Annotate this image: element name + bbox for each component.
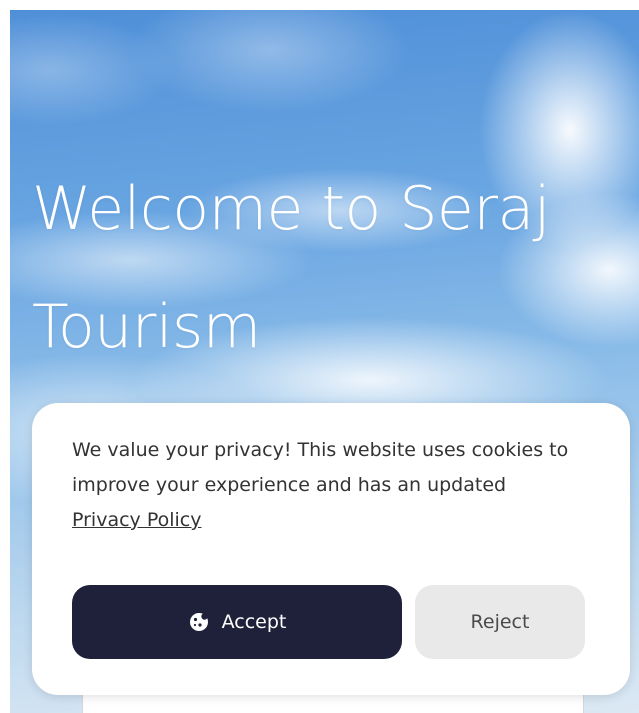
accept-button-label: Accept xyxy=(221,611,287,633)
accept-button[interactable]: Accept xyxy=(72,585,402,659)
cookie-consent-dialog: We value your privacy! This website uses… xyxy=(32,403,630,695)
hero-title: Welcome to Seraj Tourism xyxy=(32,174,550,362)
cookie-icon xyxy=(188,611,210,633)
hero-banner: Welcome to Seraj Tourism We value your p… xyxy=(10,10,639,713)
cookie-message: We value your privacy! This website uses… xyxy=(72,433,572,538)
cookie-message-text: We value your privacy! This website uses… xyxy=(72,439,569,496)
privacy-policy-link[interactable]: Privacy Policy xyxy=(72,509,201,531)
reject-button[interactable]: Reject xyxy=(415,585,585,659)
